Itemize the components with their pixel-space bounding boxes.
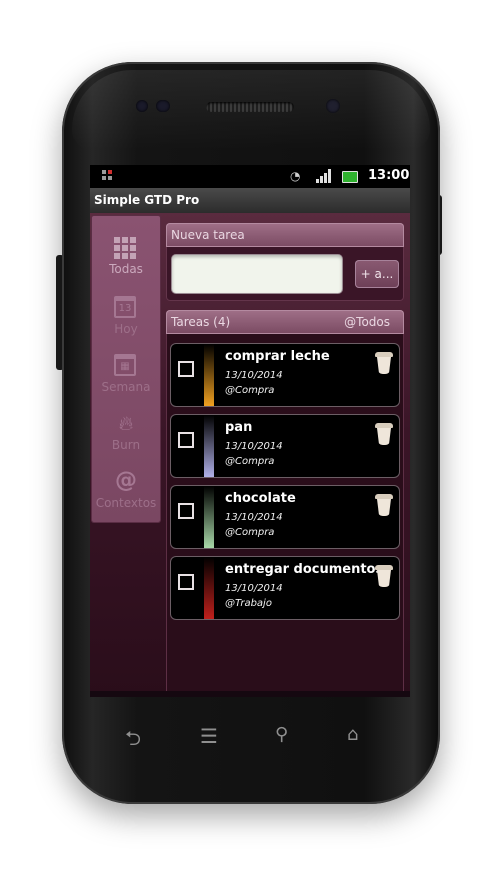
search-icon[interactable]: ⚲	[275, 724, 288, 745]
sidebar-item-label: Todas	[109, 262, 143, 276]
app-title: Simple GTD Pro	[94, 193, 200, 207]
home-icon[interactable]: ⌂	[347, 724, 358, 745]
grid-icon	[114, 237, 138, 259]
task-item[interactable]: pan 13/10/2014 @Compra	[171, 415, 399, 477]
sidebar-item-semana[interactable]: ▦ Semana	[92, 348, 160, 406]
task-color-bar	[204, 557, 214, 619]
new-task-panel: Nueva tarea + a...	[166, 223, 404, 301]
sidebar-item-hoy[interactable]: 13 Hoy	[92, 290, 160, 348]
new-task-input[interactable]	[171, 254, 343, 294]
front-camera	[326, 99, 340, 113]
task-checkbox[interactable]	[178, 432, 194, 448]
task-context: @Compra	[225, 456, 275, 467]
trash-icon[interactable]	[375, 494, 393, 516]
task-color-bar	[204, 344, 214, 406]
earpiece-speaker	[206, 102, 294, 112]
calendar-day-icon: 13	[114, 296, 136, 318]
back-icon[interactable]: ⮌	[125, 724, 141, 758]
task-title: pan	[225, 420, 253, 435]
sidebar: Todas 13 Hoy ▦ Semana 🔥︎ Burn @ Contexto…	[92, 216, 160, 522]
task-date: 13/10/2014	[225, 441, 283, 452]
sidebar-item-label: Hoy	[114, 322, 138, 336]
tasks-panel: Tareas (4) @Todos comprar leche 13/10/20…	[166, 310, 404, 695]
trash-icon[interactable]	[375, 423, 393, 445]
task-context: @Compra	[225, 385, 275, 396]
task-checkbox[interactable]	[178, 361, 194, 377]
phone-screen: ◔ 13:00 Simple GTD Pro Todas 13 Hoy ▦ Se…	[90, 165, 410, 697]
trash-icon[interactable]	[375, 352, 393, 374]
at-icon: @	[115, 468, 137, 493]
sidebar-item-label: Burn	[111, 438, 141, 452]
task-color-bar	[204, 415, 214, 477]
task-title: comprar leche	[225, 349, 330, 364]
screen-bottom-edge	[90, 691, 410, 697]
new-task-header-label: Nueva tarea	[171, 228, 245, 242]
light-sensor	[156, 100, 170, 112]
wifi-icon: ◔	[290, 169, 301, 183]
context-filter[interactable]: @Todos	[344, 315, 390, 329]
notification-icon	[102, 170, 114, 182]
sidebar-item-burn[interactable]: 🔥︎ Burn	[92, 406, 160, 464]
trash-icon[interactable]	[375, 565, 393, 587]
app-content: Todas 13 Hoy ▦ Semana 🔥︎ Burn @ Contexto…	[90, 213, 410, 697]
tasks-header: Tareas (4) @Todos	[166, 310, 404, 334]
task-title: chocolate	[225, 491, 296, 506]
proximity-sensor	[136, 100, 148, 112]
task-date: 13/10/2014	[225, 370, 283, 381]
tasks-count-label: Tareas (4)	[171, 315, 231, 329]
task-context: @Compra	[225, 527, 275, 538]
signal-icon	[316, 169, 332, 183]
app-title-bar: Simple GTD Pro	[90, 188, 410, 213]
sidebar-item-label: Semana	[101, 380, 151, 394]
status-bar: ◔ 13:00	[90, 165, 410, 188]
task-color-bar	[204, 486, 214, 548]
sidebar-item-label: Contextos	[95, 496, 157, 510]
task-title: entregar documentos	[225, 562, 384, 577]
flame-icon: 🔥︎	[118, 411, 134, 435]
task-date: 13/10/2014	[225, 512, 283, 523]
calendar-week-icon: ▦	[114, 354, 136, 376]
task-item[interactable]: chocolate 13/10/2014 @Compra	[171, 486, 399, 548]
task-item[interactable]: entregar documentos 13/10/2014 @Trabajo	[171, 557, 399, 619]
task-date: 13/10/2014	[225, 583, 283, 594]
status-time: 13:00	[368, 168, 410, 183]
task-checkbox[interactable]	[178, 574, 194, 590]
sidebar-item-contextos[interactable]: @ Contextos	[92, 464, 160, 522]
task-context: @Trabajo	[225, 598, 272, 609]
new-task-header: Nueva tarea	[166, 223, 404, 247]
battery-icon	[342, 171, 358, 183]
task-item[interactable]: comprar leche 13/10/2014 @Compra	[171, 344, 399, 406]
task-checkbox[interactable]	[178, 503, 194, 519]
menu-icon[interactable]: ☰	[200, 724, 218, 748]
sidebar-item-todas[interactable]: Todas	[92, 230, 160, 288]
add-task-button[interactable]: + a...	[355, 260, 399, 288]
